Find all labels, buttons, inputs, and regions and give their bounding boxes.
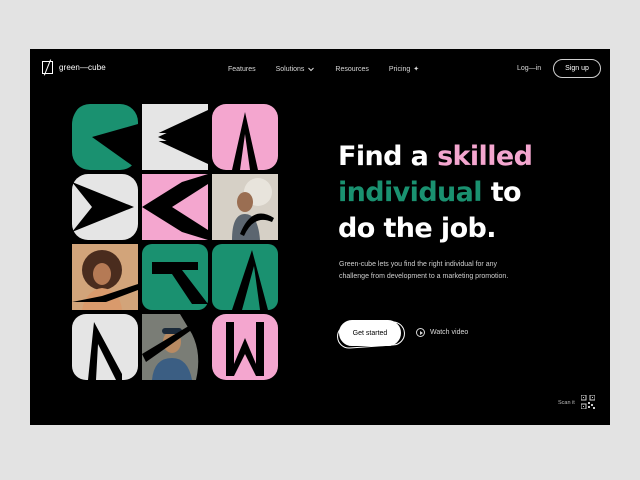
mosaic-tile-pink-w <box>212 314 278 380</box>
mosaic-photo-man-glasses <box>142 314 208 380</box>
scan-label: Scan it <box>558 400 575 406</box>
nav-item-pricing[interactable]: Pricing ✦ <box>388 65 420 74</box>
brand-name: green—cube <box>59 63 106 72</box>
nav-label: Solutions <box>275 65 305 73</box>
login-link[interactable]: Log—in <box>517 65 541 72</box>
qr-code-icon[interactable] <box>581 395 595 409</box>
headline-accent-green: individual <box>338 177 483 208</box>
mosaic-tile-light-e <box>142 104 208 170</box>
mosaic-tile-pink-k <box>142 174 208 240</box>
nav-item-features[interactable]: Features <box>228 65 256 73</box>
headline-text: do the job. <box>338 213 497 244</box>
hero-headline: Find a skilled individual to do the job. <box>338 139 598 247</box>
logo-icon <box>42 61 53 74</box>
main-nav: Features Solutions Resources Pricing ✦ <box>228 65 439 74</box>
mosaic-tile-green-a <box>212 244 278 310</box>
play-icon <box>416 328 425 337</box>
hero-description: Green-cube lets you find the right indiv… <box>339 261 509 280</box>
signup-button[interactable]: Sign up <box>553 59 601 78</box>
mosaic-tile-green-r <box>142 244 208 310</box>
nav-label: Features <box>228 65 256 73</box>
mosaic-photo-man-smiling <box>212 174 278 240</box>
mosaic-tile-pink-a <box>212 104 278 170</box>
mosaic-tile-green-g <box>72 104 138 170</box>
button-label: Get started <box>352 329 388 337</box>
mosaic-photo-woman-curly <box>72 244 138 310</box>
watch-video-label: Watch video <box>430 329 469 336</box>
headline-text: Find a <box>338 141 438 172</box>
sparkle-icon: ✦ <box>413 66 420 73</box>
landing-page: green—cube Features Solutions Resources … <box>30 49 610 425</box>
chevron-down-icon <box>308 67 315 72</box>
get-started-button[interactable]: Get started <box>339 320 401 346</box>
brand-logo[interactable]: green—cube <box>42 61 106 74</box>
nav-label: Pricing <box>388 65 411 73</box>
letter-mosaic <box>72 104 278 380</box>
nav-item-solutions[interactable]: Solutions <box>276 65 316 73</box>
nav-item-resources[interactable]: Resources <box>335 65 368 73</box>
mosaic-tile-light-n <box>72 314 138 380</box>
nav-label: Resources <box>335 65 369 73</box>
headline-accent-pink: skilled <box>437 141 533 172</box>
headline-text: to <box>481 177 522 208</box>
watch-video-link[interactable]: Watch video <box>416 328 468 337</box>
mosaic-tile-light-arrow <box>72 174 138 240</box>
